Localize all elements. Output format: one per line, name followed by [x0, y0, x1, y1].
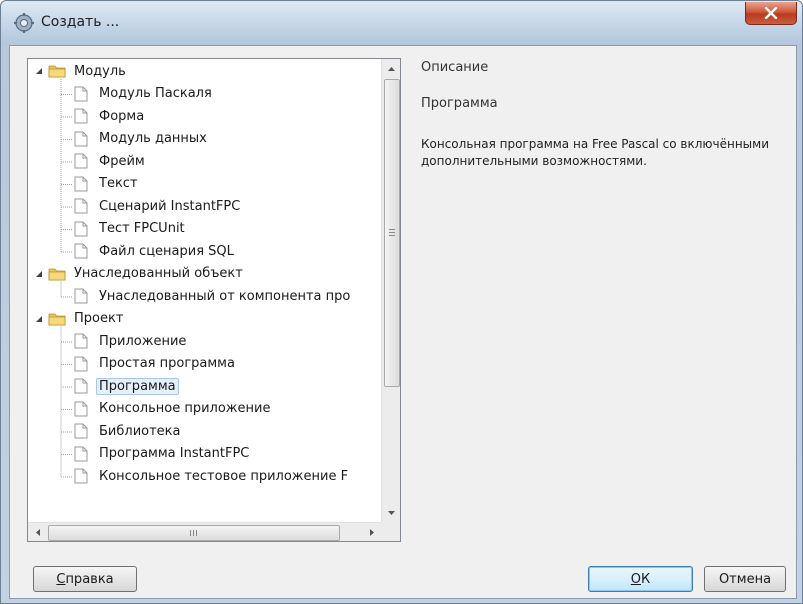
tree-group[interactable]: Унаследованный объект: [34, 264, 246, 284]
expand-arrow-icon[interactable]: [34, 66, 44, 76]
tree-item-label: Сценарий InstantFPC: [99, 198, 241, 214]
tree-item-label: Модуль Паскаля: [99, 86, 212, 101]
document-icon: [74, 288, 88, 304]
dialog-client-area: Модуль Модуль Паскаля Форма Модуль данных Фр…: [9, 45, 797, 599]
tree-item[interactable]: Унаследованный от компонента про: [74, 286, 353, 306]
vertical-scroll-thumb[interactable]: [384, 79, 400, 387]
gear-icon: [14, 13, 34, 33]
folder-icon: [48, 65, 66, 78]
document-icon: [74, 468, 88, 484]
tree-item-label: Программа InstantFPC: [99, 446, 250, 461]
tree-item[interactable]: Текст: [74, 174, 141, 194]
expand-arrow-icon[interactable]: [34, 269, 44, 279]
tree-item[interactable]: Приложение: [74, 331, 189, 351]
scroll-up-button[interactable]: [383, 60, 400, 77]
ok-button-label: К: [641, 571, 651, 587]
tree-item[interactable]: Фрейм: [74, 151, 148, 171]
scroll-left-button[interactable]: [29, 524, 46, 541]
tree-item-label: Форма: [99, 108, 145, 124]
tree-item-label: Библиотека: [99, 423, 181, 439]
ok-button[interactable]: ОК: [588, 566, 693, 592]
tree-item[interactable]: Программа InstantFPC: [74, 444, 252, 464]
template-tree[interactable]: Модуль Модуль Паскаля Форма Модуль данных Фр…: [27, 58, 401, 542]
title-bar[interactable]: Создать ...: [1, 1, 802, 45]
close-button[interactable]: [745, 2, 797, 25]
document-icon: [74, 378, 88, 394]
document-icon: [74, 176, 88, 191]
folder-icon: [48, 313, 66, 325]
document-icon: [74, 333, 88, 349]
help-button-mnemonic: С: [56, 571, 66, 587]
vertical-scrollbar[interactable]: [381, 59, 400, 522]
tree-item[interactable]: Модуль Паскаля: [74, 84, 215, 104]
tree-content: Модуль Модуль Паскаля Форма Модуль данных Фр…: [28, 59, 381, 522]
horizontal-scroll-thumb[interactable]: [48, 525, 340, 541]
tree-item-label: Модуль данных: [99, 131, 207, 146]
tree-item[interactable]: Модуль данных: [74, 129, 210, 149]
description-header: Описание: [421, 60, 489, 75]
tree-item[interactable]: Консольное тестовое приложение F: [74, 466, 351, 486]
document-icon: [74, 423, 88, 439]
description-name: Программа: [421, 96, 498, 111]
document-icon: [74, 153, 88, 169]
tree-item-label: Тест FPCUnit: [99, 221, 185, 236]
horizontal-scrollbar[interactable]: [28, 522, 381, 541]
document-icon: [74, 198, 88, 214]
ok-button-mnemonic: О: [630, 571, 641, 587]
tree-item-label: Простая программа: [99, 356, 235, 371]
dialog-window: Создать ... Модуль Модуль Паскаля Форма Мод…: [0, 0, 803, 604]
cancel-button[interactable]: Отмена: [704, 566, 786, 592]
description-text: Консольная программа на Free Pascal со в…: [421, 137, 770, 168]
tree-group-label: Унаследованный объект: [74, 266, 243, 281]
tree-item-label: Программа: [96, 377, 179, 395]
tree-item[interactable]: Консольное приложение: [74, 399, 273, 419]
scroll-right-button[interactable]: [363, 524, 380, 541]
tree-item[interactable]: Форма: [74, 106, 147, 126]
tree-item-label: Приложение: [99, 333, 187, 349]
tree-item-label: Текст: [99, 176, 138, 191]
arrow-up-icon: [388, 66, 395, 71]
document-icon: [74, 446, 88, 461]
tree-item[interactable]: Сценарий InstantFPC: [74, 196, 243, 216]
expand-arrow-icon[interactable]: [34, 314, 44, 324]
close-icon: [764, 7, 778, 19]
tree-item[interactable]: Программа: [74, 376, 179, 396]
document-icon: [74, 243, 88, 259]
tree-item-label: Консольное приложение: [99, 401, 271, 416]
arrow-down-icon: [388, 510, 395, 515]
tree-item[interactable]: Тест FPCUnit: [74, 219, 188, 239]
tree-item-label: Фрейм: [99, 153, 145, 169]
tree-item-label: Унаследованный от компонента про: [99, 288, 351, 304]
tree-item[interactable]: Файл сценария SQL: [74, 241, 237, 261]
help-button[interactable]: Справка: [33, 566, 137, 592]
tree-group[interactable]: Проект: [34, 309, 126, 329]
help-button-label: правка: [65, 571, 114, 587]
tree-item[interactable]: Простая программа: [74, 354, 238, 374]
document-icon: [74, 221, 88, 236]
scroll-down-button[interactable]: [383, 504, 400, 521]
tree-group-label: Модуль: [74, 63, 126, 79]
tree-item-label: Консольное тестовое приложение F: [99, 468, 349, 484]
document-icon: [74, 356, 88, 371]
document-icon: [74, 108, 88, 124]
cancel-button-label: Отмена: [718, 571, 772, 587]
arrow-left-icon: [35, 529, 40, 536]
document-icon: [74, 131, 88, 146]
tree-group-label: Проект: [74, 311, 124, 326]
scrollbar-corner: [381, 522, 400, 541]
tree-item-label: Файл сценария SQL: [99, 243, 234, 259]
document-icon: [74, 401, 88, 416]
arrow-right-icon: [369, 529, 374, 536]
tree-item[interactable]: Библиотека: [74, 421, 184, 441]
window-title: Создать ...: [41, 14, 120, 30]
document-icon: [74, 86, 88, 101]
folder-icon: [48, 268, 66, 280]
tree-group[interactable]: Модуль: [34, 61, 129, 81]
